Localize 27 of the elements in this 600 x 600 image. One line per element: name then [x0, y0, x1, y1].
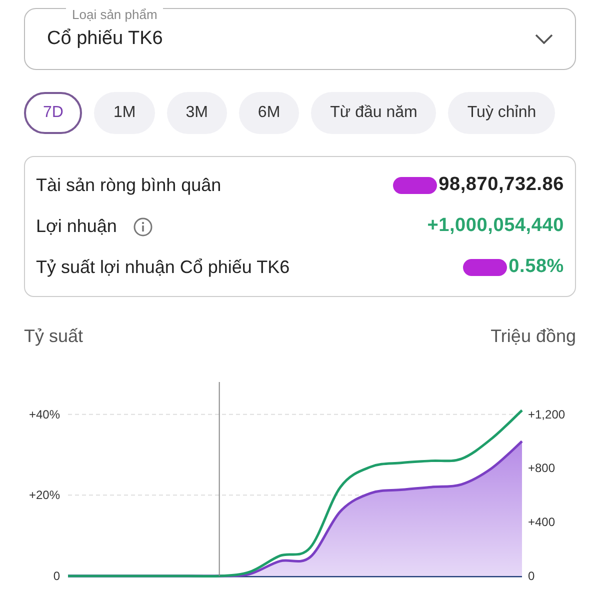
period-chip[interactable]: Tuỳ chỉnh [448, 92, 556, 134]
summary-value: +1,000,054,440 [427, 214, 564, 238]
tick-label: +800 [528, 461, 556, 476]
info-icon[interactable] [132, 216, 153, 236]
summary-value: 0.58% [508, 255, 564, 280]
summary-value: 98,870,732.86 [438, 173, 564, 198]
period-chip[interactable]: 7D [24, 92, 82, 134]
tick-label: 0 [53, 569, 60, 583]
axis-title: Tỷ suất [24, 325, 84, 348]
tick-label: +400 [528, 515, 556, 530]
tick-label: +20% [28, 488, 60, 502]
select-value: Cổ phiếu TK6 [47, 26, 163, 51]
period-chip[interactable]: 1M [94, 92, 155, 134]
tick-label: +40% [28, 407, 60, 422]
field-label: Loại sản phẩm [66, 7, 164, 23]
summary-label: Tài sản ròng bình quân [36, 174, 222, 197]
period-chip[interactable]: 3M [166, 92, 227, 134]
summary-label: Lợi nhuận [36, 215, 117, 238]
period-chip[interactable]: Từ đầu năm [311, 92, 436, 134]
summary-label: Tỷ suất lợi nhuận Cổ phiếu TK6 [36, 256, 290, 279]
tick-label: 0 [528, 569, 535, 583]
period-chip[interactable]: 6M [238, 92, 300, 134]
tick-label: +1,200 [528, 407, 566, 422]
chevron-down-icon [535, 34, 553, 44]
redaction-mark [462, 259, 507, 276]
redaction-mark [392, 177, 437, 194]
axis-title: Triệu đồng [490, 325, 576, 348]
